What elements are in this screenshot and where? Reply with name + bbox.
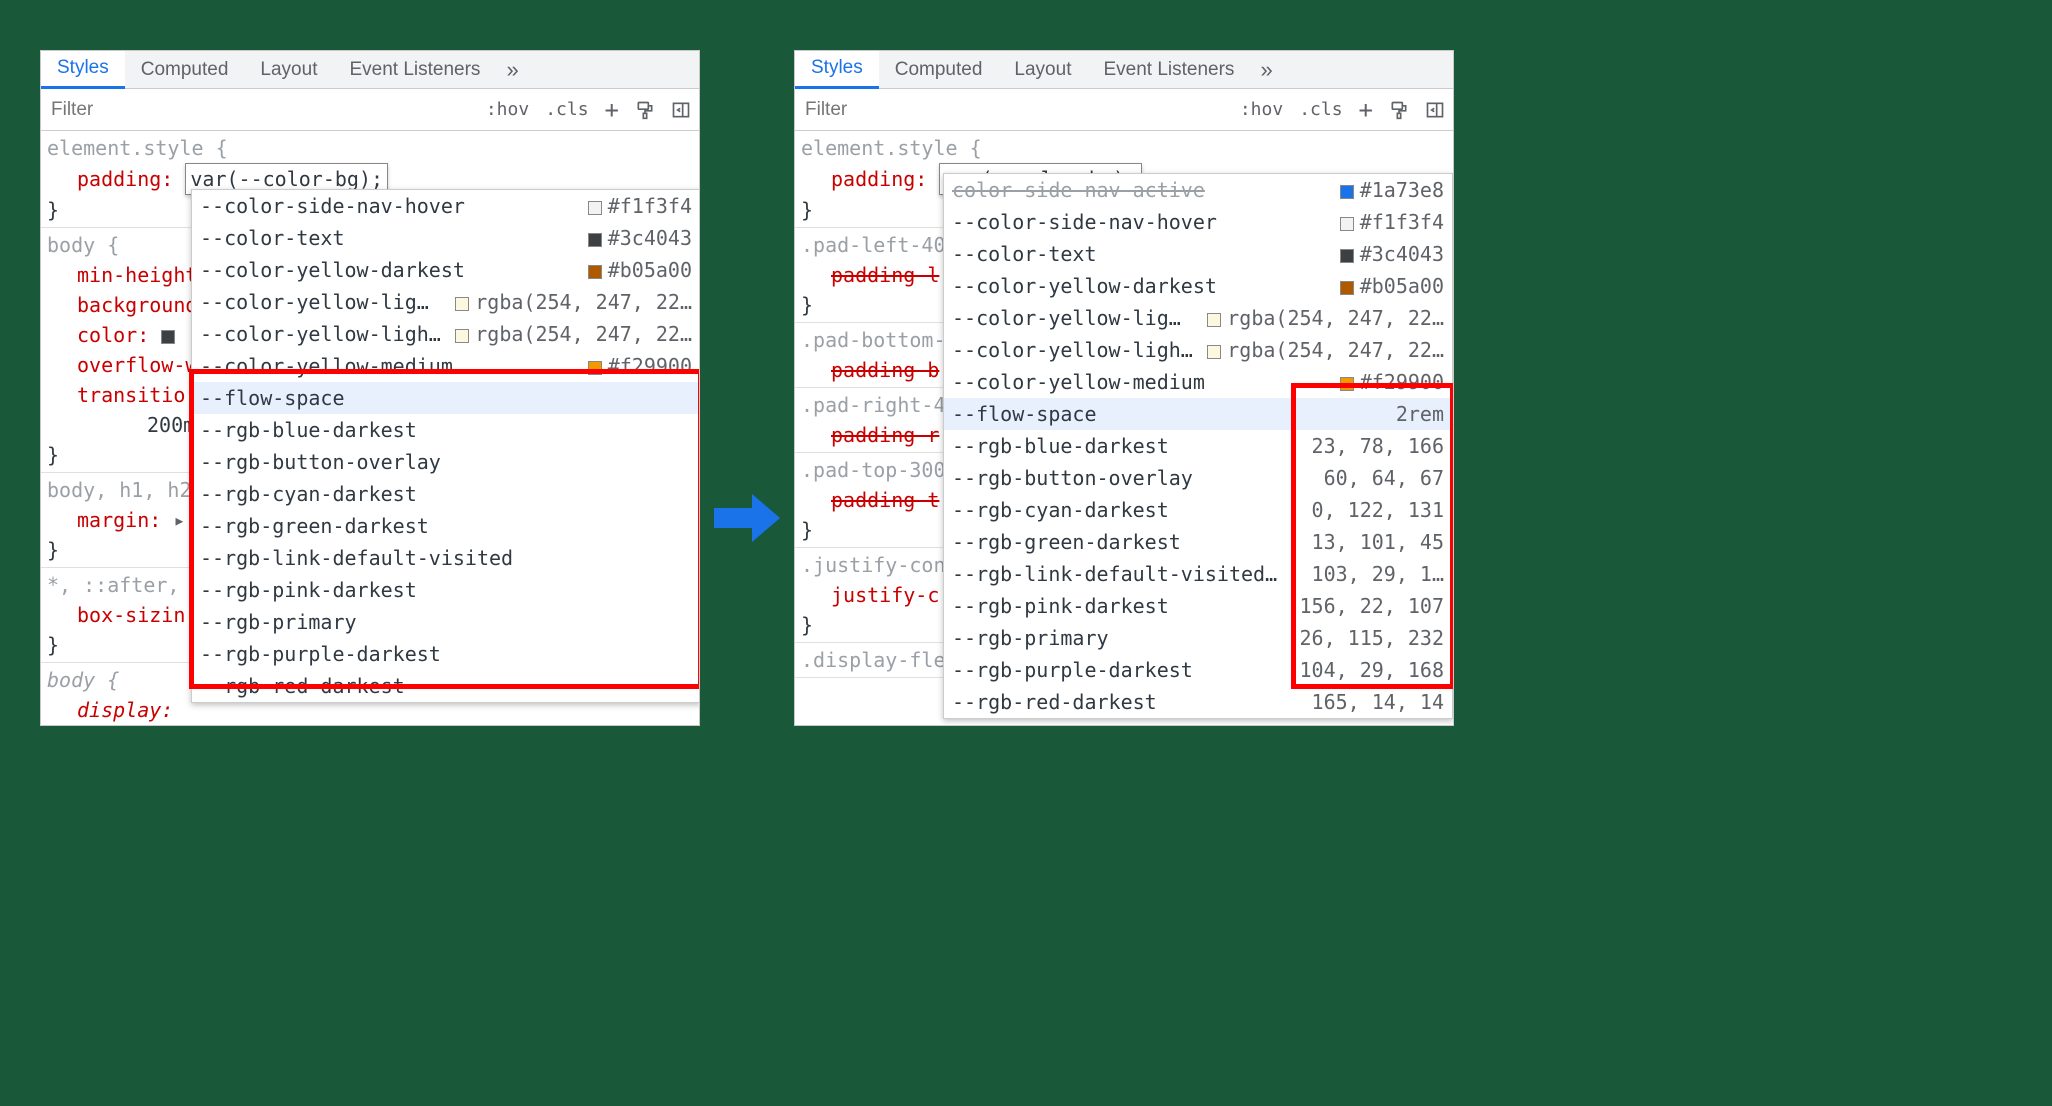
autocomplete-item[interactable]: --color-yellow-medium#f29900: [944, 366, 1452, 398]
autocomplete-item[interactable]: --rgb-red-darkest: [192, 670, 699, 702]
autocomplete-item[interactable]: --color-text#3c4043: [944, 238, 1452, 270]
tabs-more-icon[interactable]: »: [1250, 57, 1282, 83]
cls-toggle[interactable]: .cls: [1291, 95, 1350, 124]
autocomplete-item[interactable]: --rgb-green-darkest13, 101, 45: [944, 526, 1452, 558]
autocomplete-item[interactable]: --flow-space2rem: [944, 398, 1452, 430]
autocomplete-popup[interactable]: --color-side-nav-hover#f1f3f4 --color-te…: [191, 189, 699, 703]
panel-layout-icon[interactable]: [663, 96, 699, 124]
new-style-rule-button[interactable]: +: [597, 94, 627, 126]
autocomplete-item[interactable]: --rgb-pink-darkest: [192, 574, 699, 606]
autocomplete-item[interactable]: --rgb-link-default-visited…103, 29, 1…: [944, 558, 1452, 590]
autocomplete-item[interactable]: --rgb-cyan-darkest0, 122, 131: [944, 494, 1452, 526]
autocomplete-item[interactable]: --rgb-green-darkest: [192, 510, 699, 542]
autocomplete-item[interactable]: --rgb-red-darkest165, 14, 14: [944, 686, 1452, 718]
autocomplete-item[interactable]: --color-yellow-darkest#b05a00: [944, 270, 1452, 302]
tab-styles[interactable]: Styles: [795, 50, 879, 89]
color-swatch[interactable]: [161, 330, 175, 344]
tabs-bar: Styles Computed Layout Event Listeners »: [41, 51, 699, 89]
tab-layout[interactable]: Layout: [244, 52, 333, 88]
tab-layout[interactable]: Layout: [998, 52, 1087, 88]
autocomplete-item[interactable]: --color-yellow-ligh…rgba(254, 247, 22…: [944, 334, 1452, 366]
tab-styles[interactable]: Styles: [41, 50, 125, 89]
autocomplete-item[interactable]: --color-yellow-darkest#b05a00: [192, 254, 699, 286]
tab-event-listeners[interactable]: Event Listeners: [333, 52, 496, 88]
autocomplete-item[interactable]: color side nav active#1a73e8: [944, 174, 1452, 206]
styles-filter-input[interactable]: [795, 91, 1232, 129]
new-style-rule-button[interactable]: +: [1351, 94, 1381, 126]
paint-icon[interactable]: [627, 96, 663, 124]
cls-toggle[interactable]: .cls: [537, 95, 596, 124]
autocomplete-item[interactable]: --rgb-link-default-visited: [192, 542, 699, 574]
styles-content: element.style { padding: var(--color-bg)…: [795, 131, 1453, 725]
tab-computed[interactable]: Computed: [125, 52, 245, 88]
autocomplete-item[interactable]: --rgb-primary26, 115, 232: [944, 622, 1452, 654]
autocomplete-item[interactable]: --rgb-button-overlay: [192, 446, 699, 478]
autocomplete-item[interactable]: --rgb-pink-darkest156, 22, 107: [944, 590, 1452, 622]
autocomplete-item[interactable]: --color-text#3c4043: [192, 222, 699, 254]
selector-text: element.style {: [47, 133, 693, 163]
paint-icon[interactable]: [1381, 96, 1417, 124]
autocomplete-popup[interactable]: color side nav active#1a73e8 --color-sid…: [943, 173, 1453, 719]
autocomplete-item[interactable]: --rgb-purple-darkest: [192, 638, 699, 670]
styles-filter-input[interactable]: [41, 91, 478, 129]
tab-event-listeners[interactable]: Event Listeners: [1087, 52, 1250, 88]
autocomplete-item[interactable]: --rgb-primary: [192, 606, 699, 638]
autocomplete-item[interactable]: --rgb-blue-darkest: [192, 414, 699, 446]
devtools-panel-right: Styles Computed Layout Event Listeners »…: [794, 50, 1454, 726]
devtools-panel-left: Styles Computed Layout Event Listeners »…: [40, 50, 700, 726]
autocomplete-item[interactable]: --color-side-nav-hover#f1f3f4: [192, 190, 699, 222]
autocomplete-item[interactable]: --rgb-blue-darkest23, 78, 166: [944, 430, 1452, 462]
tab-computed[interactable]: Computed: [879, 52, 999, 88]
styles-toolbar: :hov .cls +: [41, 89, 699, 131]
panel-layout-icon[interactable]: [1417, 96, 1453, 124]
autocomplete-item[interactable]: --rgb-purple-darkest104, 29, 168: [944, 654, 1452, 686]
autocomplete-item[interactable]: --color-yellow-ligh…rgba(254, 247, 22…: [192, 318, 699, 350]
autocomplete-item[interactable]: --color-yellow-medium#f29900: [192, 350, 699, 382]
autocomplete-item[interactable]: --color-yellow-lig…rgba(254, 247, 22…: [944, 302, 1452, 334]
hov-toggle[interactable]: :hov: [1232, 95, 1291, 124]
autocomplete-item[interactable]: --color-side-nav-hover#f1f3f4: [944, 206, 1452, 238]
autocomplete-item[interactable]: --rgb-cyan-darkest: [192, 478, 699, 510]
autocomplete-item[interactable]: --flow-space: [192, 382, 699, 414]
styles-toolbar: :hov .cls +: [795, 89, 1453, 131]
arrow-icon: [712, 488, 782, 548]
tabs-more-icon[interactable]: »: [496, 57, 528, 83]
autocomplete-item[interactable]: --color-yellow-lig…rgba(254, 247, 22…: [192, 286, 699, 318]
styles-content: element.style { padding: var(--color-bg)…: [41, 131, 699, 725]
tabs-bar: Styles Computed Layout Event Listeners »: [795, 51, 1453, 89]
hov-toggle[interactable]: :hov: [478, 95, 537, 124]
autocomplete-item[interactable]: --rgb-button-overlay60, 64, 67: [944, 462, 1452, 494]
